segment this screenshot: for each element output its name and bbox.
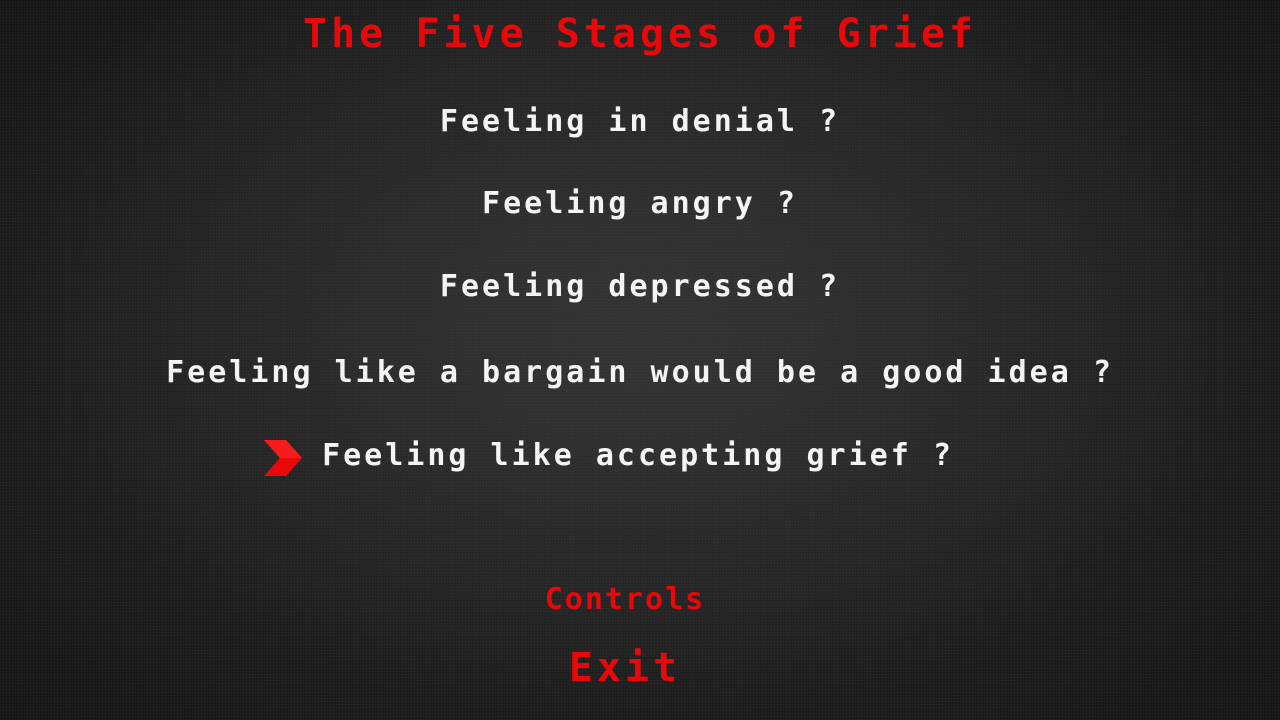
exit-button[interactable]: Exit xyxy=(0,642,1250,694)
menu-item-acceptance[interactable]: Feeling like accepting grief ? xyxy=(0,436,1276,476)
menu-item-depression[interactable]: Feeling depressed ? xyxy=(0,267,1280,307)
controls-button[interactable]: Controls xyxy=(0,580,1250,620)
chevron-right-icon xyxy=(264,440,302,476)
game-title: The Five Stages of Grief xyxy=(303,11,977,57)
menu-item-anger[interactable]: Feeling angry ? xyxy=(0,184,1280,224)
menu-item-bargaining[interactable]: Feeling like a bargain would be a good i… xyxy=(0,353,1280,393)
menu-item-denial[interactable]: Feeling in denial ? xyxy=(0,102,1280,142)
